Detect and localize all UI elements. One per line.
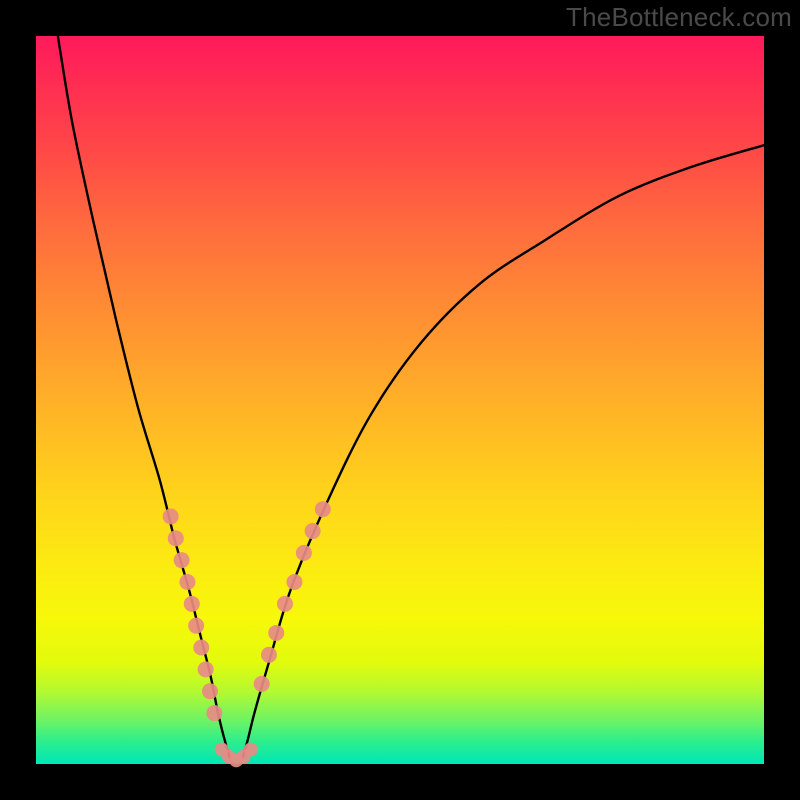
curve-marker <box>296 545 312 561</box>
curve-marker <box>277 596 293 612</box>
curve-marker <box>184 596 200 612</box>
curve-marker <box>163 508 179 524</box>
marker-cluster-right <box>254 501 331 692</box>
curve-marker <box>254 676 270 692</box>
curve-marker <box>168 530 184 546</box>
curve-marker <box>179 574 195 590</box>
curve-marker <box>188 618 204 634</box>
curve-marker <box>198 661 214 677</box>
curve-marker <box>193 640 209 656</box>
marker-cluster-valley <box>215 742 258 767</box>
curve-marker <box>261 647 277 663</box>
curve-marker <box>174 552 190 568</box>
marker-cluster-left <box>163 508 223 721</box>
curve-marker <box>286 574 302 590</box>
curve-svg <box>36 36 764 764</box>
curve-marker <box>315 501 331 517</box>
curve-marker <box>206 705 222 721</box>
plot-area <box>36 36 764 764</box>
chart-container: TheBottleneck.com <box>0 0 800 800</box>
bottleneck-curve <box>58 36 764 767</box>
curve-marker <box>305 523 321 539</box>
curve-marker <box>268 625 284 641</box>
curve-marker <box>202 683 218 699</box>
curve-marker <box>244 742 258 756</box>
watermark-label: TheBottleneck.com <box>566 2 792 33</box>
